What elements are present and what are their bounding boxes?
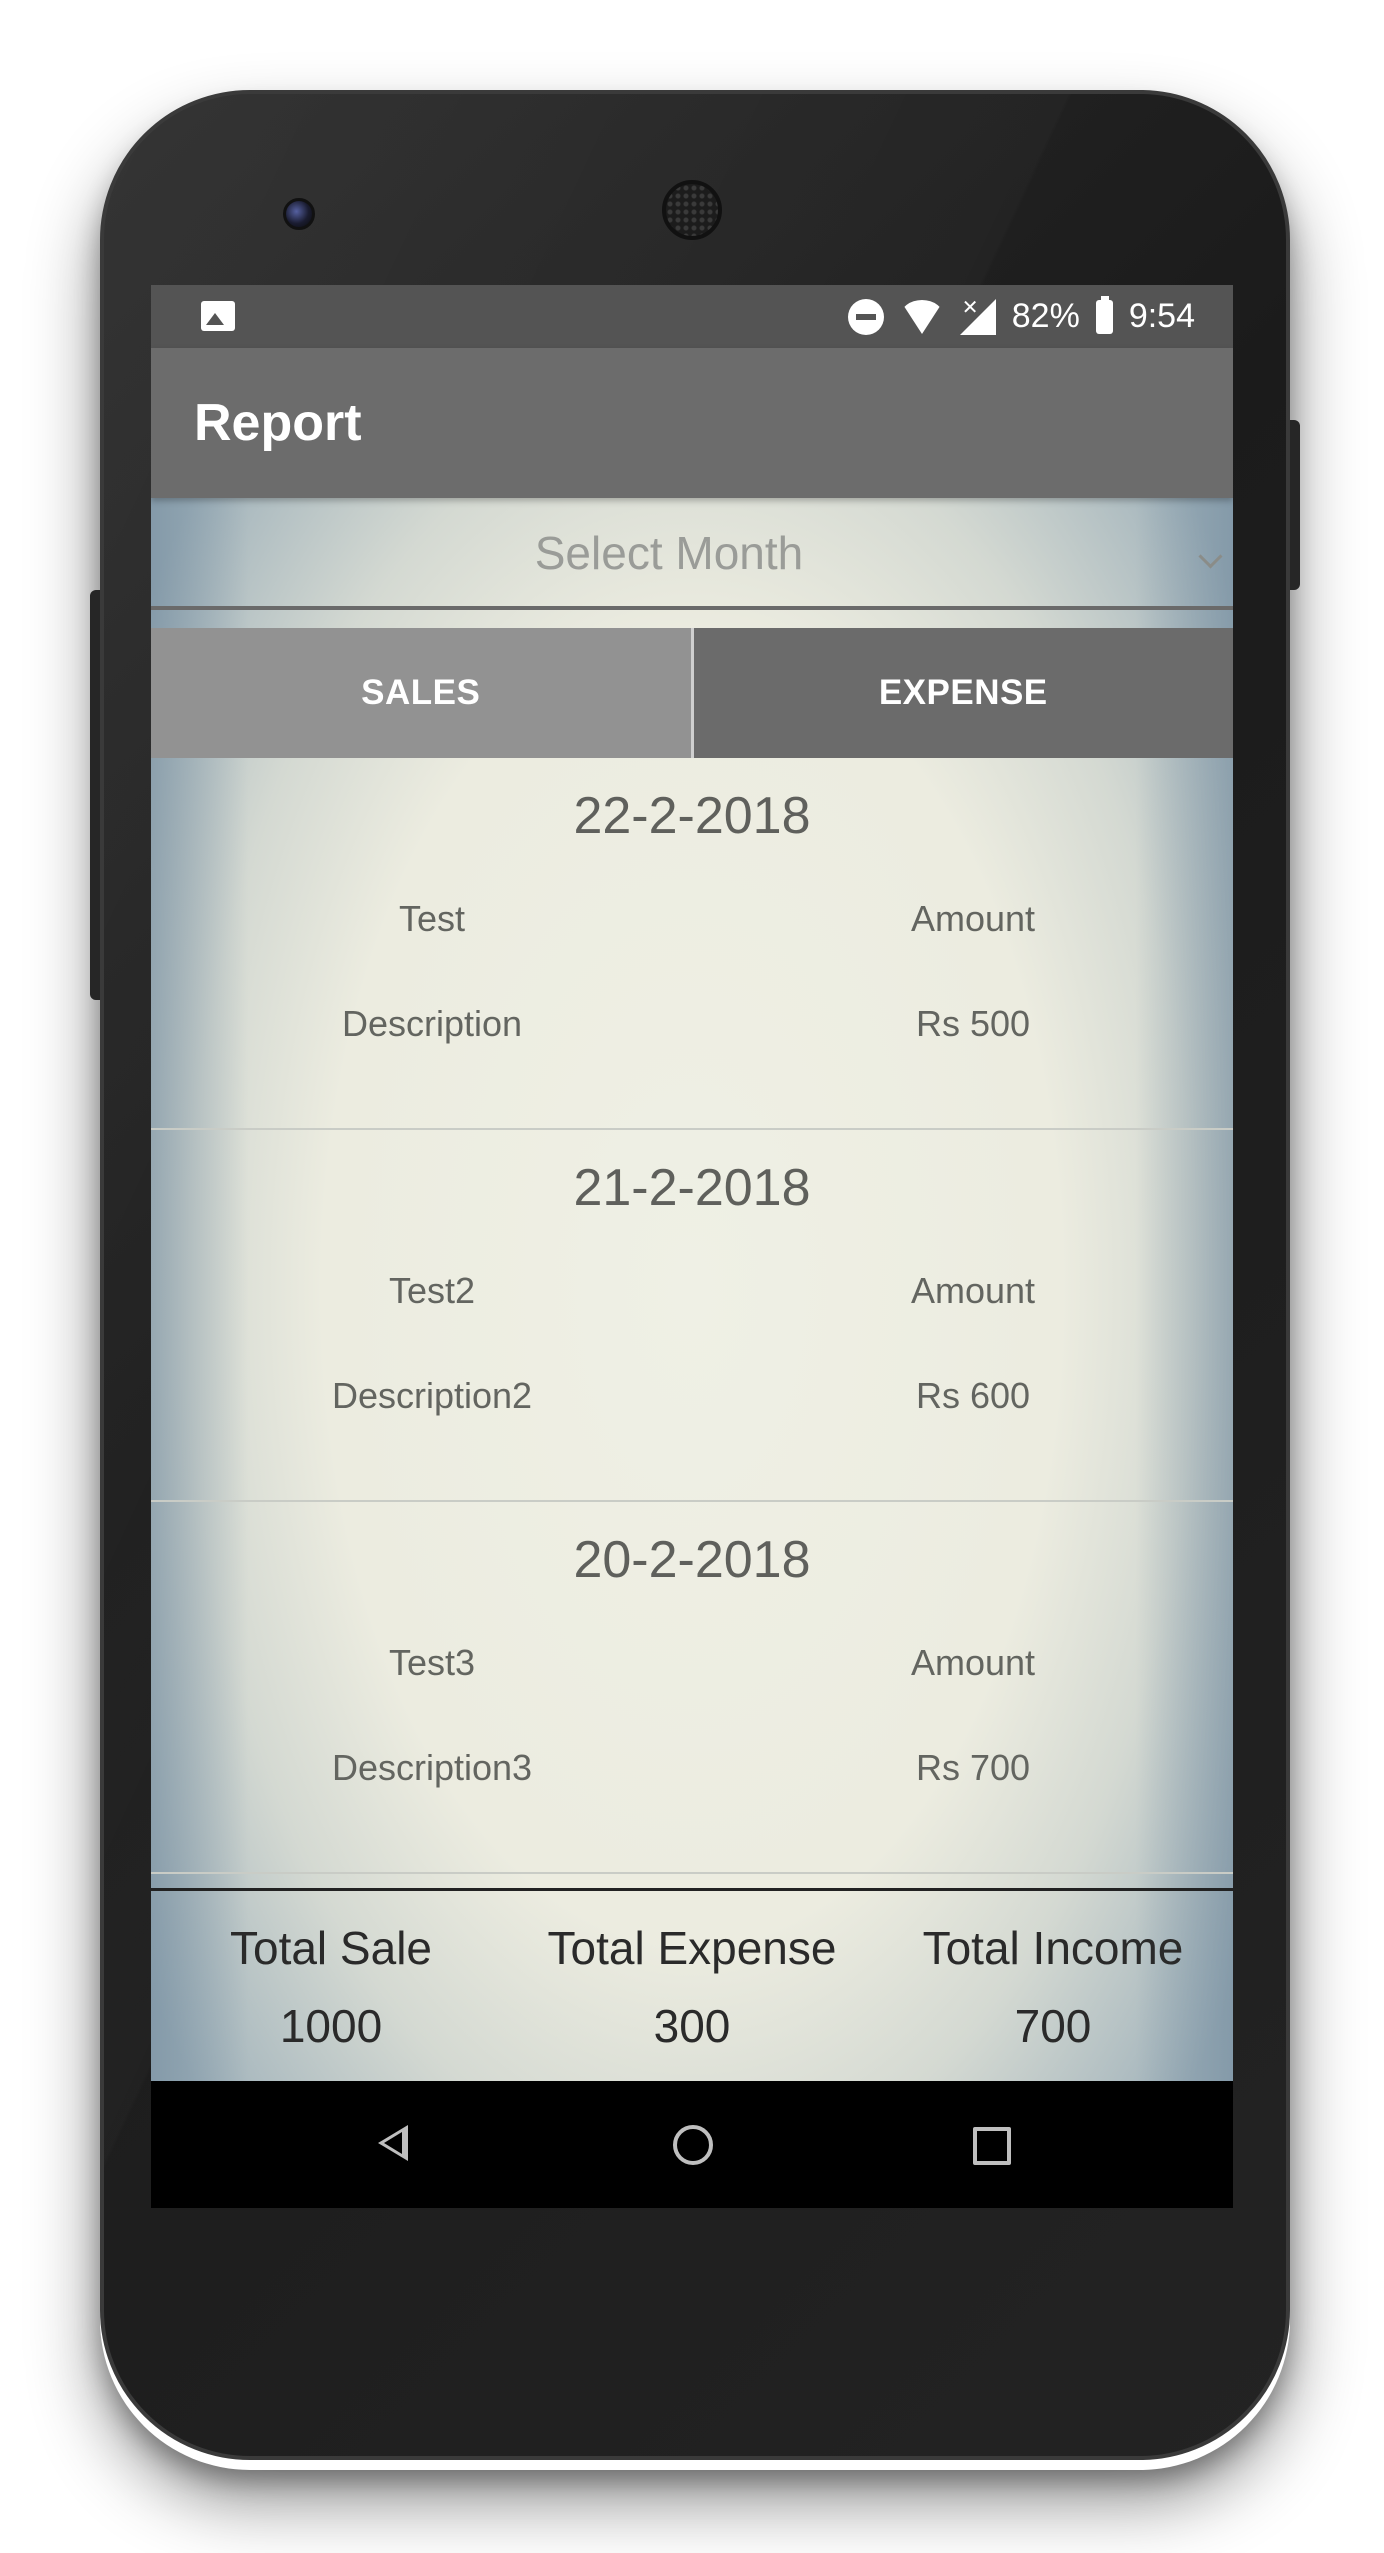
record-description: Description2 [331, 1375, 533, 1416]
total-income-value: 700 [1014, 2000, 1092, 2052]
record-amount-label: Amount [910, 1270, 1036, 1311]
record-title: Test [398, 898, 466, 939]
record-date: 20-2-2018 [573, 1531, 811, 1589]
total-income: Total Income 700 [873, 1921, 1233, 2053]
record-amount-label: Amount [910, 898, 1036, 939]
battery-percent: 82% [1011, 297, 1080, 335]
list-item[interactable]: 20-2-2018 Test3 Amount Description3 Rs 7… [151, 1502, 1233, 1874]
status-bar: ✕ 82% 9:54 [151, 285, 1233, 348]
totals-summary: Total Sale 1000 Total Expense 300 Total … [151, 1888, 1233, 2081]
back-icon[interactable] [378, 2125, 408, 2161]
tab-expense[interactable]: EXPENSE [693, 628, 1233, 758]
report-content: Select Month SALES EXPENSE 22-2-2018 Tes… [151, 498, 1233, 2081]
total-sale-label: Total Sale [229, 1922, 432, 1974]
total-income-label: Total Income [922, 1922, 1184, 1974]
report-tabs: SALES EXPENSE [151, 628, 1233, 758]
status-icons: ✕ 82% 9:54 [847, 285, 1195, 348]
list-item[interactable]: 21-2-2018 Test2 Amount Description2 Rs 6… [151, 1130, 1233, 1502]
record-amount: Rs 500 [915, 1003, 1031, 1044]
total-expense-label: Total Expense [547, 1922, 837, 1974]
total-expense-value: 300 [653, 2000, 731, 2052]
record-title: Test2 [388, 1270, 476, 1311]
earpiece-speaker [662, 180, 722, 240]
record-date: 21-2-2018 [573, 1159, 811, 1217]
do-not-disturb-icon [847, 298, 884, 335]
clock: 9:54 [1128, 297, 1195, 335]
month-select-underline [151, 606, 1233, 610]
record-description: Description3 [331, 1747, 533, 1788]
chevron-down-icon [1198, 544, 1223, 569]
page-title: Report [194, 394, 362, 452]
record-date: 22-2-2018 [573, 787, 811, 845]
tab-sales[interactable]: SALES [151, 628, 694, 758]
record-amount-label: Amount [910, 1642, 1036, 1683]
image-icon [201, 301, 235, 331]
record-amount: Rs 600 [915, 1375, 1031, 1416]
device-mockup: ✕ 82% 9:54 Report Select Month SALES EXP… [0, 0, 1384, 2553]
records-list: 22-2-2018 Test Amount Description Rs 500… [151, 758, 1233, 1874]
battery-icon [1095, 295, 1113, 334]
home-icon[interactable] [673, 2125, 713, 2165]
signal-icon: ✕ [959, 297, 996, 335]
total-sale: Total Sale 1000 [151, 1921, 511, 2053]
wifi-icon [899, 299, 944, 334]
app-bar: Report [151, 348, 1233, 498]
total-sale-value: 1000 [279, 2000, 383, 2052]
recents-icon[interactable] [973, 2127, 1011, 2165]
total-expense: Total Expense 300 [512, 1921, 872, 2053]
month-select-dropdown[interactable]: Select Month [151, 498, 1233, 610]
navigation-bar [151, 2081, 1233, 2208]
record-amount: Rs 700 [915, 1747, 1031, 1788]
front-camera [283, 198, 315, 230]
month-select-placeholder: Select Month [534, 527, 804, 579]
list-item[interactable]: 22-2-2018 Test Amount Description Rs 500 [151, 758, 1233, 1130]
record-title: Test3 [388, 1642, 476, 1683]
record-description: Description [341, 1003, 523, 1044]
screen: ✕ 82% 9:54 Report Select Month SALES EXP… [151, 285, 1233, 2208]
